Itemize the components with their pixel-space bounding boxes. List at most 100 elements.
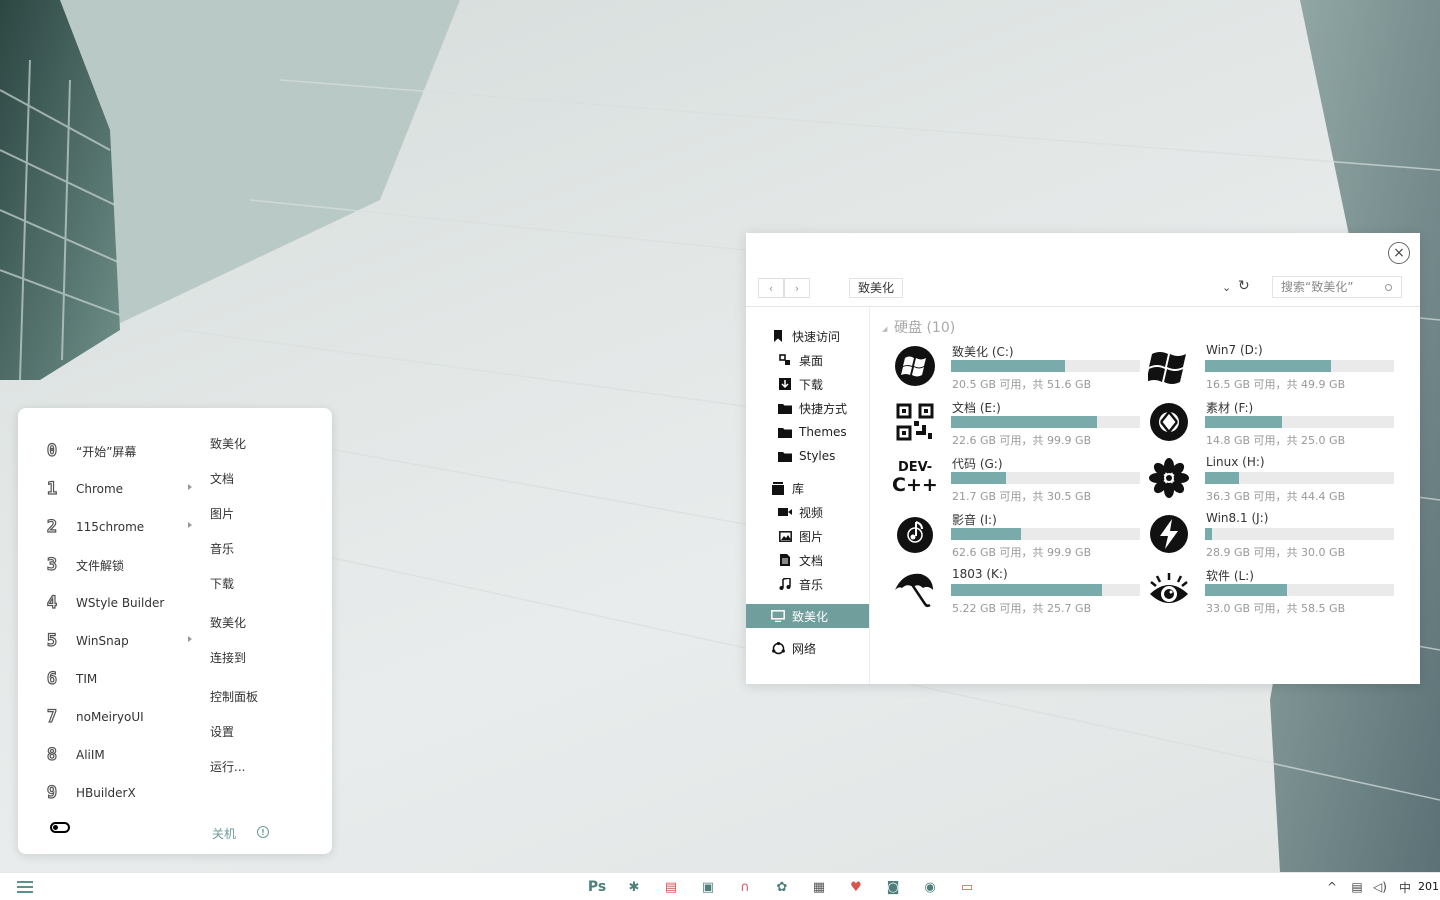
app-item-chrome[interactable]: 1 Chrome [42,470,192,508]
drive-item-l[interactable]: 软件 (L:) 33.0 GB 可用，共 58.5 GB [1144,567,1394,623]
place-link-computer[interactable]: 致美化 [210,606,310,641]
search-input[interactable]: 搜索“致美化” [1272,276,1402,298]
file-explorer-window: × ‹ › 致美化 ⌄ ↻ 搜索“致美化” 快速访问 桌面 下载 快捷方式 Th… [746,233,1420,684]
tray-network-icon[interactable]: ▤ [1348,878,1366,896]
close-button[interactable]: × [1388,242,1410,264]
app-item-winsnap[interactable]: 5 WinSnap [42,622,192,660]
chrome-icon[interactable]: ◉ [921,878,939,896]
tray-volume-icon[interactable]: ◁) [1371,878,1389,896]
download-icon [778,377,792,391]
place-link-connect-to[interactable]: 连接到 [210,641,310,676]
drive-usage-bar [951,360,1140,372]
settings-gear-icon[interactable]: ✱ [625,878,643,896]
heart-icon[interactable]: ♥ [847,878,865,896]
firewall-icon[interactable]: ▤ [662,878,680,896]
tray-ime-icon[interactable]: 中 [1396,878,1414,896]
nav-item-quick-access[interactable]: 快速访问 [746,324,869,348]
drive-free-space: 5.22 GB 可用，共 25.7 GB [952,602,1092,615]
address-bar[interactable]: 致美化 [849,278,904,298]
places-list: 致美化 文档 图片 音乐 下载 致美化 连接到 控制面板 设置 运行... [210,427,310,785]
photoshop-icon[interactable]: Ps [588,878,606,896]
place-link-music[interactable]: 音乐 [210,532,310,567]
place-link-control-panel[interactable]: 控制面板 [210,680,310,715]
drive-item-c[interactable]: 致美化 (C:) 20.5 GB 可用，共 51.6 GB [890,343,1140,399]
drive-name: 代码 (G:) [952,457,1003,471]
app-item-file-unlock[interactable]: 3 文件解锁 [42,546,192,584]
place-link-zhimeihua[interactable]: 致美化 [210,427,310,462]
shutdown-button[interactable]: 关机 [212,825,236,842]
app-item-wstyle-builder[interactable]: 4 WStyle Builder [42,584,192,622]
nav-item-shortcuts[interactable]: 快捷方式 [746,396,869,420]
umbrella-icon [890,567,940,613]
drive-item-k[interactable]: 1803 (K:) 5.22 GB 可用，共 25.7 GB [890,567,1140,623]
nav-item-desktop[interactable]: 桌面 [746,348,869,372]
back-button[interactable]: ‹ [758,278,784,298]
windows-flag-icon [1144,343,1194,389]
drive-item-g[interactable]: DEV- C++ 代码 (G:) 21.7 GB 可用，共 30.5 GB [890,455,1140,511]
camera-icon[interactable]: ◙ [884,878,902,896]
toggle-switch[interactable] [50,822,70,833]
nav-label: 网络 [792,641,817,656]
collapse-arrow-icon[interactable]: ◢ [882,325,887,333]
nav-item-styles[interactable]: Styles [746,444,869,468]
nav-label: 致美化 [792,609,829,624]
bookmark-icon [771,329,785,343]
nav-item-pictures[interactable]: 图片 [746,524,869,548]
nav-item-downloads[interactable]: 下载 [746,372,869,396]
nav-label: 音乐 [799,577,824,592]
app-item-start-screen[interactable]: 0 “开始”屏幕 [42,432,192,470]
drive-item-e[interactable]: 文档 (E:) 22.6 GB 可用，共 99.9 GB [890,399,1140,455]
drive-item-j[interactable]: Win8.1 (J:) 28.9 GB 可用，共 30.0 GB [1144,511,1394,567]
drive-usage-bar [1205,528,1394,540]
tray-chevron-up-icon[interactable]: ^ [1323,878,1341,896]
start-menu-button[interactable] [17,881,33,893]
app-label: 115chrome [76,520,145,534]
number-1-icon: 1 [46,478,58,499]
submenu-arrow-icon [188,522,192,528]
forward-button[interactable]: › [784,278,810,298]
eye-icon [1144,567,1194,613]
nav-label: 快捷方式 [799,401,848,416]
place-link-documents[interactable]: 文档 [210,462,310,497]
taskbar-clock[interactable]: 201 [1418,880,1439,893]
nav-item-videos[interactable]: 视频 [746,500,869,524]
number-5-icon: 5 [46,630,58,651]
submenu-arrow-icon [188,484,192,490]
terminal-icon[interactable]: ▣ [699,878,717,896]
headphones-icon[interactable]: ∩ [736,878,754,896]
nav-item-network[interactable]: 网络 [746,636,869,660]
nav-item-music[interactable]: 音乐 [746,572,869,596]
app-item-115chrome[interactable]: 2 115chrome [42,508,192,546]
drive-item-f[interactable]: 素材 (F:) 14.8 GB 可用，共 25.0 GB [1144,399,1394,455]
place-link-settings[interactable]: 设置 [210,715,310,750]
notepad-icon[interactable]: ▦ [810,878,828,896]
app-label: TIM [76,672,98,686]
refresh-icon[interactable]: ↻ [1238,278,1250,294]
app-item-hbuilderx[interactable]: 9 HBuilderX [42,774,192,812]
aperture-icon [1144,399,1194,445]
app-item-tim[interactable]: 6 TIM [42,660,192,698]
nav-item-this-pc[interactable]: 致美化 [746,604,869,628]
drive-item-h[interactable]: Linux (H:) 36.3 GB 可用，共 44.4 GB [1144,455,1394,511]
aperture-app-icon[interactable]: ✿ [773,878,791,896]
remote-desktop-icon[interactable]: ▭ [958,878,976,896]
nav-item-documents[interactable]: 文档 [746,548,869,572]
app-item-aliim[interactable]: 8 AliIM [42,736,192,774]
nav-item-themes[interactable]: Themes [746,420,869,444]
nav-item-library[interactable]: 库 [746,476,869,500]
place-link-downloads[interactable]: 下载 [210,567,310,602]
drive-item-i[interactable]: 影音 (I:) 62.6 GB 可用，共 99.9 GB [890,511,1140,567]
submenu-arrow-icon [188,636,192,642]
drive-item-d[interactable]: Win7 (D:) 16.5 GB 可用，共 49.9 GB [1144,343,1394,399]
shutdown-options-icon[interactable]: ! [257,826,269,838]
place-link-run[interactable]: 运行... [210,750,310,785]
app-item-nomeiryoui[interactable]: 7 noMeiryoUI [42,698,192,736]
drive-usage-bar [1205,360,1394,372]
chevron-down-icon[interactable]: ⌄ [1222,281,1231,294]
drive-free-space: 21.7 GB 可用，共 30.5 GB [952,490,1092,503]
section-header-drives[interactable]: 硬盘 (10) [894,317,1412,337]
navigation-pane: 快速访问 桌面 下载 快捷方式 Themes Styles 库 视频 图片 文档… [746,308,870,684]
drive-name: Win7 (D:) [1206,343,1263,357]
place-link-pictures[interactable]: 图片 [210,497,310,532]
nav-label: 视频 [799,505,824,520]
